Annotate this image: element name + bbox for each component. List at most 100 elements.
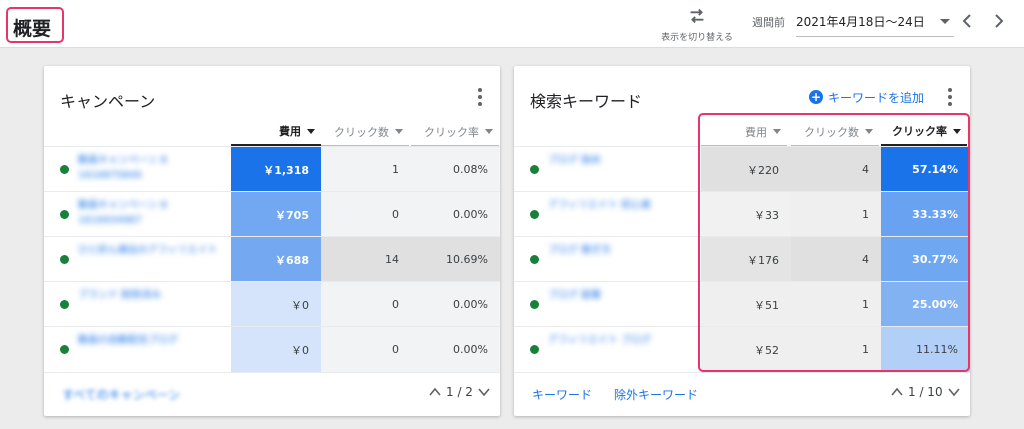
more-vert-icon[interactable] bbox=[948, 88, 954, 106]
cell-cost: ￥176 bbox=[701, 237, 791, 282]
row-name-link[interactable]: 動画キャンペーン 8 1616934987 bbox=[78, 198, 228, 230]
cell-cost: ￥51 bbox=[701, 282, 791, 327]
cell-ctr: 33.33% bbox=[881, 192, 970, 237]
campaign-card-footer: すべてのキャンペーン 1 / 2 bbox=[44, 372, 500, 416]
add-keyword-button[interactable]: + キーワードを追加 bbox=[809, 88, 924, 106]
status-enabled-icon bbox=[530, 255, 539, 264]
cell-cost: ￥52 bbox=[701, 327, 791, 372]
campaign-pager-text: 1 / 2 bbox=[446, 385, 473, 399]
cell-ctr: 0.00% bbox=[411, 327, 500, 372]
switch-view-label: 表示を切り替える bbox=[661, 33, 733, 43]
status-enabled-icon bbox=[530, 165, 539, 174]
table-row[interactable]: ブログ 稼ぎ方 ￥176 4 30.77% bbox=[514, 237, 970, 282]
cell-clicks: 1 bbox=[791, 327, 881, 372]
table-row[interactable]: アフィリエイト ブログ ￥52 1 11.11% bbox=[514, 327, 970, 372]
status-enabled-icon bbox=[530, 300, 539, 309]
next-period-button[interactable] bbox=[988, 11, 1008, 31]
keywords-link[interactable]: キーワード bbox=[532, 386, 592, 403]
cell-ctr: 11.11% bbox=[881, 327, 970, 372]
switch-view-button[interactable]: 表示を切り替える bbox=[652, 5, 742, 45]
column-header-ctr[interactable]: クリック率 bbox=[881, 118, 967, 146]
table-row[interactable]: ブログ 副業 ￥51 1 25.00% bbox=[514, 282, 970, 327]
cell-clicks: 0 bbox=[321, 282, 411, 327]
column-header-clicks[interactable]: クリック数 bbox=[791, 118, 879, 146]
cell-cost: ￥220 bbox=[701, 147, 791, 192]
row-name-link[interactable]: ひと好ん検出のアフィリエイト bbox=[78, 243, 228, 275]
row-name-link[interactable]: アフィリエイト ブログ bbox=[548, 333, 698, 365]
row-name-link[interactable]: 動画キャンペーン 8 1616875849 bbox=[78, 153, 228, 185]
row-name-link[interactable]: ブログ 副業 bbox=[548, 288, 698, 320]
caret-down-icon bbox=[485, 129, 493, 134]
more-vert-icon[interactable] bbox=[478, 88, 484, 106]
swap-arrows-icon bbox=[690, 8, 704, 24]
table-row[interactable]: 動画の自動配信ブログ ￥0 0 0.00% bbox=[44, 327, 500, 372]
chevron-down-icon bbox=[940, 19, 950, 24]
cell-ctr: 30.77% bbox=[881, 237, 970, 282]
chevron-up-icon[interactable] bbox=[890, 385, 904, 399]
search-keyword-card: 検索キーワード + キーワードを追加 費用 クリック数 クリック率 ブログ 始め… bbox=[514, 66, 970, 416]
row-name-link[interactable]: アフィリエイト 初心者 bbox=[548, 198, 698, 230]
add-circle-icon: + bbox=[809, 90, 823, 104]
period-prefix: 週間前 bbox=[752, 16, 785, 29]
campaign-pager: 1 / 2 bbox=[424, 385, 495, 399]
status-enabled-icon bbox=[60, 255, 69, 264]
column-header-clicks[interactable]: クリック数 bbox=[321, 118, 409, 146]
cell-cost: ￥33 bbox=[701, 192, 791, 237]
add-keyword-label: キーワードを追加 bbox=[828, 90, 925, 105]
cell-ctr: 0.08% bbox=[411, 147, 500, 192]
row-name-link[interactable]: ブランド 削除済み bbox=[78, 288, 228, 320]
keyword-card-title: 検索キーワード bbox=[530, 92, 643, 111]
status-enabled-icon bbox=[60, 165, 69, 174]
column-header-cost[interactable]: 費用 bbox=[231, 118, 321, 146]
chevron-down-icon[interactable] bbox=[477, 385, 491, 399]
status-enabled-icon bbox=[60, 210, 69, 219]
table-row[interactable]: 動画キャンペーン 8 1616875849 ￥1,318 1 0.08% bbox=[44, 147, 500, 192]
cell-cost: ￥705 bbox=[231, 192, 321, 237]
cell-clicks: 1 bbox=[791, 192, 881, 237]
keyword-card-footer: キーワード 除外キーワード 1 / 10 bbox=[514, 372, 970, 416]
status-enabled-icon bbox=[60, 300, 69, 309]
negative-keywords-link[interactable]: 除外キーワード bbox=[614, 386, 698, 403]
column-header-ctr[interactable]: クリック率 bbox=[411, 118, 499, 146]
cell-cost: ￥0 bbox=[231, 327, 321, 372]
page-title: 概要 bbox=[6, 7, 64, 43]
row-name-link[interactable]: ブログ 始め bbox=[548, 153, 698, 185]
cell-clicks: 0 bbox=[321, 192, 411, 237]
date-range-value: 2021年4月18日〜24日 bbox=[796, 15, 925, 29]
caret-down-icon bbox=[865, 129, 873, 134]
status-enabled-icon bbox=[60, 345, 69, 354]
table-row[interactable]: ブランド 削除済み ￥0 0 0.00% bbox=[44, 282, 500, 327]
keyword-pager: 1 / 10 bbox=[886, 385, 965, 399]
cell-cost: ￥0 bbox=[231, 282, 321, 327]
all-campaigns-link[interactable]: すべてのキャンペーン bbox=[62, 386, 180, 403]
table-row[interactable]: 動画キャンペーン 8 1616934987 ￥705 0 0.00% bbox=[44, 192, 500, 237]
previous-period-button[interactable] bbox=[958, 11, 978, 31]
cell-ctr: 0.00% bbox=[411, 282, 500, 327]
cell-ctr: 10.69% bbox=[411, 237, 500, 282]
table-row[interactable]: ひと好ん検出のアフィリエイト ￥688 14 10.69% bbox=[44, 237, 500, 282]
keyword-pager-text: 1 / 10 bbox=[908, 385, 943, 399]
date-range-select[interactable]: 2021年4月18日〜24日 bbox=[796, 9, 954, 37]
caret-down-icon bbox=[307, 128, 315, 134]
cell-ctr: 57.14% bbox=[881, 147, 970, 192]
cell-clicks: 14 bbox=[321, 237, 411, 282]
table-row[interactable]: アフィリエイト 初心者 ￥33 1 33.33% bbox=[514, 192, 970, 237]
row-name-link[interactable]: 動画の自動配信ブログ bbox=[78, 333, 228, 365]
cell-ctr: 0.00% bbox=[411, 192, 500, 237]
column-header-cost[interactable]: 費用 bbox=[701, 118, 787, 146]
caret-down-icon bbox=[395, 129, 403, 134]
cell-ctr: 25.00% bbox=[881, 282, 970, 327]
caret-down-icon bbox=[773, 129, 781, 134]
campaign-card-title: キャンペーン bbox=[60, 92, 156, 111]
cell-cost: ￥1,318 bbox=[231, 147, 321, 192]
chevron-down-icon[interactable] bbox=[947, 385, 961, 399]
row-name-link[interactable]: ブログ 稼ぎ方 bbox=[548, 243, 698, 275]
cell-clicks: 4 bbox=[791, 147, 881, 192]
status-enabled-icon bbox=[530, 210, 539, 219]
top-bar: 概要 表示を切り替える 週間前 2021年4月18日〜24日 bbox=[0, 0, 1024, 48]
cell-cost: ￥688 bbox=[231, 237, 321, 282]
chevron-up-icon[interactable] bbox=[428, 385, 442, 399]
table-row[interactable]: ブログ 始め ￥220 4 57.14% bbox=[514, 147, 970, 192]
caret-down-icon bbox=[953, 128, 961, 134]
status-enabled-icon bbox=[530, 345, 539, 354]
